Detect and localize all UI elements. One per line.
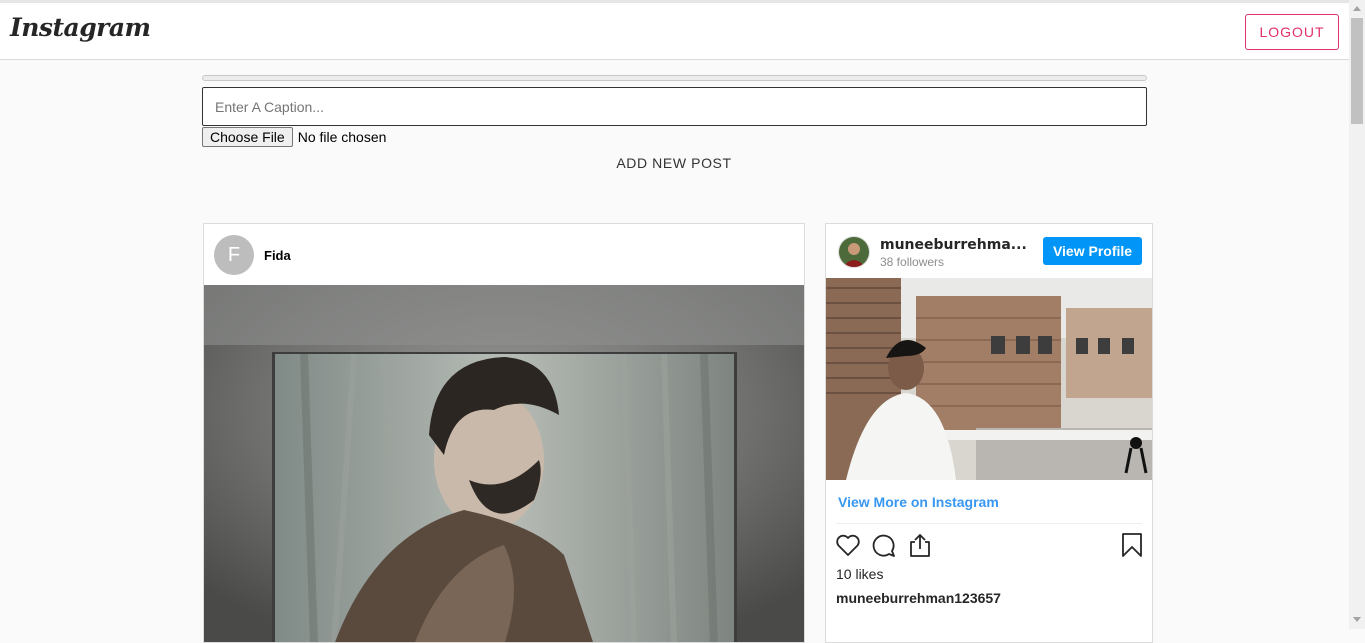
divider [836, 523, 1142, 524]
caption-input[interactable] [202, 87, 1147, 126]
post-image [204, 285, 804, 642]
post-header: F Fida [204, 224, 804, 286]
embed-username[interactable]: muneeburrehma... [880, 237, 1027, 253]
share-icon[interactable] [906, 531, 934, 564]
post-username[interactable]: Fida [264, 248, 291, 263]
choose-file-button[interactable]: Choose File [202, 127, 293, 147]
file-picker: Choose File No file chosen [202, 127, 386, 147]
page-scrollbar[interactable] [1349, 0, 1365, 629]
post-actions [834, 531, 1144, 559]
logout-button[interactable]: LOGOUT [1245, 14, 1339, 50]
comment-icon[interactable] [870, 531, 898, 564]
view-profile-button[interactable]: View Profile [1043, 237, 1142, 265]
bookmark-icon[interactable] [1118, 531, 1146, 564]
feed-post: F Fida [203, 223, 805, 643]
instagram-logo[interactable]: Instagram [10, 13, 151, 42]
embed-post-image[interactable] [826, 278, 1152, 480]
avatar[interactable] [838, 236, 870, 268]
like-count: 10 likes [836, 566, 884, 582]
add-new-post-button[interactable]: ADD NEW POST [574, 155, 774, 171]
heart-icon[interactable] [834, 531, 862, 564]
upload-progress-bar [202, 75, 1147, 81]
instagram-embed-card: muneeburrehma... 38 followers View Profi… [825, 223, 1153, 643]
follower-count: 38 followers [880, 255, 945, 269]
view-more-link[interactable]: View More on Instagram [838, 494, 999, 510]
scroll-down-arrow-icon[interactable] [1353, 617, 1361, 622]
scroll-up-arrow-icon[interactable] [1353, 6, 1361, 11]
scroll-thumb[interactable] [1351, 18, 1363, 124]
caption-username[interactable]: muneeburrehman123657 [836, 590, 1001, 606]
file-status-text: No file chosen [297, 129, 387, 145]
avatar[interactable]: F [214, 235, 254, 275]
top-navbar: Instagram LOGOUT [0, 0, 1349, 60]
